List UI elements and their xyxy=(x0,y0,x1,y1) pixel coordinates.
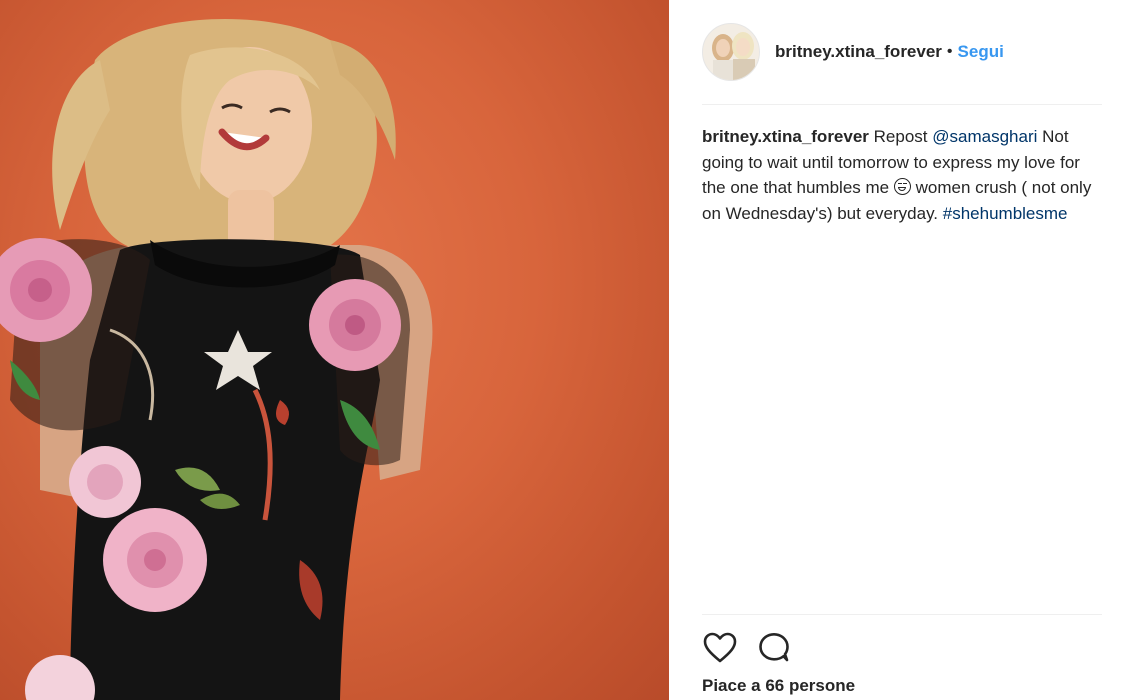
post-header: britney.xtina_forever • Segui xyxy=(702,22,1102,82)
grinning-squinting-face-icon xyxy=(893,178,911,195)
caption-repost-word: Repost xyxy=(873,127,928,146)
photo-illustration xyxy=(0,18,433,700)
caption-hashtag-link[interactable]: #shehumblesme xyxy=(943,204,1068,223)
like-button[interactable] xyxy=(702,630,738,666)
header-divider xyxy=(702,104,1102,105)
separator-dot: • xyxy=(946,43,953,60)
actions-divider xyxy=(702,614,1102,615)
header-username[interactable]: britney.xtina_forever xyxy=(775,42,942,62)
heart-outline-icon xyxy=(703,632,737,663)
caption-mention-link[interactable]: @samasghari xyxy=(932,127,1037,146)
caption-username[interactable]: britney.xtina_forever xyxy=(702,127,869,146)
comment-bubble-icon xyxy=(759,633,789,662)
avatar-image xyxy=(703,24,759,80)
avatar[interactable] xyxy=(702,23,760,81)
post-side-panel: britney.xtina_forever • Segui britney.xt… xyxy=(669,0,1132,700)
post-actions xyxy=(702,630,810,666)
comment-button[interactable] xyxy=(756,630,792,666)
likes-count[interactable]: Piace a 66 persone xyxy=(702,676,855,696)
follow-button[interactable]: Segui xyxy=(958,42,1004,62)
post-caption: britney.xtina_forever Repost @samasghari… xyxy=(702,124,1097,226)
post-photo[interactable] xyxy=(0,0,669,700)
